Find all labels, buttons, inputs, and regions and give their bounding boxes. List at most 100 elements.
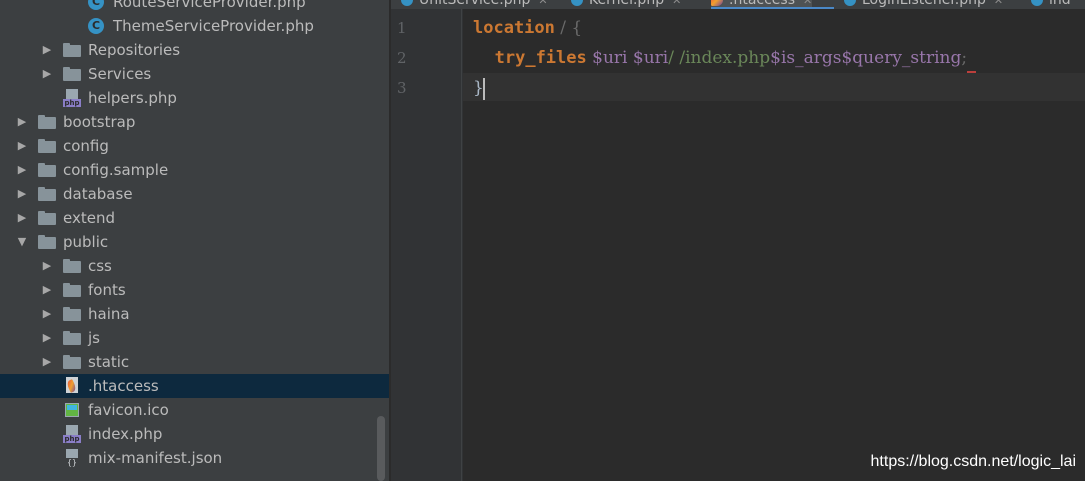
tree-item-js[interactable]: ▶ js bbox=[0, 326, 389, 350]
ide-window: C RouteServiceProvider.php C ThemeServicePr… bbox=[0, 0, 1085, 481]
folder-icon bbox=[63, 65, 81, 83]
class-icon: C bbox=[88, 17, 106, 35]
tree-item-config[interactable]: ▶ config bbox=[0, 134, 389, 158]
tree-item-config-sample[interactable]: ▶ config.sample bbox=[0, 158, 389, 182]
current-line-highlight bbox=[463, 73, 1085, 101]
tab-label: UnitService.php bbox=[419, 0, 531, 8]
tree-item-label: .htaccess bbox=[88, 377, 159, 395]
tree-item-helpers-php[interactable]: php helpers.php bbox=[0, 86, 389, 110]
tree-item-label: ThemeServiceProvider.php bbox=[113, 17, 314, 35]
tree-item-label: js bbox=[88, 329, 100, 347]
location-operator: / { bbox=[554, 18, 583, 38]
tree-item-public[interactable]: ▼ public bbox=[0, 230, 389, 254]
tree-item-haina[interactable]: ▶ haina bbox=[0, 302, 389, 326]
folder-icon bbox=[38, 185, 56, 203]
tree-item-label: mix-manifest.json bbox=[88, 449, 223, 467]
line-number: 1 bbox=[397, 19, 407, 37]
line-number: 2 bbox=[397, 49, 407, 67]
error-squiggle bbox=[967, 65, 977, 73]
tree-item-favicon-ico[interactable]: favicon.ico bbox=[0, 398, 389, 422]
folder-icon bbox=[38, 161, 56, 179]
folder-icon bbox=[38, 113, 56, 131]
tree-item-label: config.sample bbox=[63, 161, 169, 179]
tree-item-label: extend bbox=[63, 209, 115, 227]
folder-icon bbox=[63, 41, 81, 59]
tree-item-services[interactable]: ▶ Services bbox=[0, 62, 389, 86]
code-line-2[interactable]: try_files $uri $uri/ /index.php$is_args$… bbox=[473, 43, 977, 73]
path-index-php: / /index.php bbox=[668, 48, 771, 68]
tree-item-htaccess[interactable]: .htaccess bbox=[0, 374, 389, 398]
close-icon[interactable]: ✕ bbox=[538, 0, 547, 7]
close-icon[interactable]: ✕ bbox=[672, 0, 681, 7]
tree-scrollbar[interactable] bbox=[377, 416, 385, 481]
class-icon bbox=[1031, 0, 1043, 6]
tree-item-repositories[interactable]: ▶ Repositories bbox=[0, 38, 389, 62]
chevron-right-icon[interactable]: ▶ bbox=[41, 302, 53, 326]
tab-loginlistener[interactable]: LoginListener.php ✕ bbox=[844, 0, 1003, 9]
variable-is-args: $is_args bbox=[770, 48, 842, 68]
text-caret bbox=[482, 77, 485, 100]
tree-item-label: fonts bbox=[88, 281, 126, 299]
code-line-1[interactable]: location / { bbox=[473, 13, 582, 43]
chevron-right-icon[interactable]: ▶ bbox=[16, 182, 28, 206]
folder-icon bbox=[38, 137, 56, 155]
chevron-right-icon[interactable]: ▶ bbox=[41, 326, 53, 350]
close-icon[interactable]: ✕ bbox=[803, 0, 812, 7]
code-editor[interactable]: 1 2 3 location / { try_files $uri $uri/ … bbox=[391, 9, 1085, 481]
tree-item-themeserviceprovider-php[interactable]: C ThemeServiceProvider.php bbox=[0, 14, 389, 38]
variable-uri: $uri bbox=[632, 48, 669, 68]
chevron-right-icon[interactable]: ▶ bbox=[41, 38, 53, 62]
folder-icon bbox=[63, 305, 81, 323]
htaccess-icon bbox=[711, 0, 723, 6]
folder-icon bbox=[63, 353, 81, 371]
tree-item-css[interactable]: ▶ css bbox=[0, 254, 389, 278]
tree-item-label: public bbox=[63, 233, 109, 251]
tree-item-mix-manifest-json[interactable]: {} mix-manifest.json bbox=[0, 446, 389, 470]
php-file-icon: php bbox=[63, 425, 81, 443]
chevron-right-icon[interactable]: ▶ bbox=[16, 206, 28, 230]
php-file-icon: php bbox=[63, 89, 81, 107]
close-icon[interactable]: ✕ bbox=[994, 0, 1003, 7]
code-line-3[interactable]: } bbox=[473, 73, 485, 103]
tree-item-label: Services bbox=[88, 65, 152, 83]
chevron-down-icon[interactable]: ▼ bbox=[16, 230, 28, 254]
line-number: 3 bbox=[397, 79, 407, 97]
folder-icon bbox=[63, 281, 81, 299]
tree-item-fonts[interactable]: ▶ fonts bbox=[0, 278, 389, 302]
chevron-right-icon[interactable]: ▶ bbox=[16, 158, 28, 182]
tree-item-routeserviceprovider-php[interactable]: C RouteServiceProvider.php bbox=[0, 0, 389, 14]
tab-index[interactable]: ind bbox=[1031, 0, 1071, 9]
class-icon: C bbox=[88, 0, 106, 11]
keyword-location: location bbox=[473, 18, 555, 38]
variable-query-string: $query_string bbox=[841, 48, 962, 68]
tree-item-label: config bbox=[63, 137, 109, 155]
tree-item-database[interactable]: ▶ database bbox=[0, 182, 389, 206]
chevron-right-icon[interactable]: ▶ bbox=[41, 350, 53, 374]
tree-item-extend[interactable]: ▶ extend bbox=[0, 206, 389, 230]
tree-item-static[interactable]: ▶ static bbox=[0, 350, 389, 374]
tab-label: LoginListener.php bbox=[862, 0, 986, 8]
chevron-right-icon[interactable]: ▶ bbox=[41, 278, 53, 302]
tab-unitservice[interactable]: UnitService.php ✕ bbox=[401, 0, 548, 9]
class-icon bbox=[844, 0, 856, 6]
tree-item-index-php[interactable]: php index.php bbox=[0, 422, 389, 446]
htaccess-file-icon bbox=[63, 377, 81, 395]
tree-item-label: favicon.ico bbox=[88, 401, 169, 419]
tree-item-label: static bbox=[88, 353, 130, 371]
watermark: https://blog.csdn.net/logic_lai bbox=[870, 453, 1076, 470]
tree-item-label: css bbox=[88, 257, 112, 275]
folder-icon bbox=[63, 329, 81, 347]
project-tree[interactable]: C RouteServiceProvider.php C ThemeServicePr… bbox=[0, 0, 389, 481]
variable-uri: $uri bbox=[592, 48, 628, 68]
chevron-right-icon[interactable]: ▶ bbox=[41, 62, 53, 86]
class-icon bbox=[571, 0, 583, 6]
tree-item-bootstrap[interactable]: ▶ bootstrap bbox=[0, 110, 389, 134]
tab-kernel[interactable]: Kernel.php ✕ bbox=[571, 0, 681, 9]
tab-label: ind bbox=[1049, 0, 1071, 8]
chevron-right-icon[interactable]: ▶ bbox=[41, 254, 53, 278]
class-icon bbox=[401, 0, 413, 6]
tree-item-label: Repositories bbox=[88, 41, 181, 59]
chevron-right-icon[interactable]: ▶ bbox=[16, 110, 28, 134]
chevron-right-icon[interactable]: ▶ bbox=[16, 134, 28, 158]
